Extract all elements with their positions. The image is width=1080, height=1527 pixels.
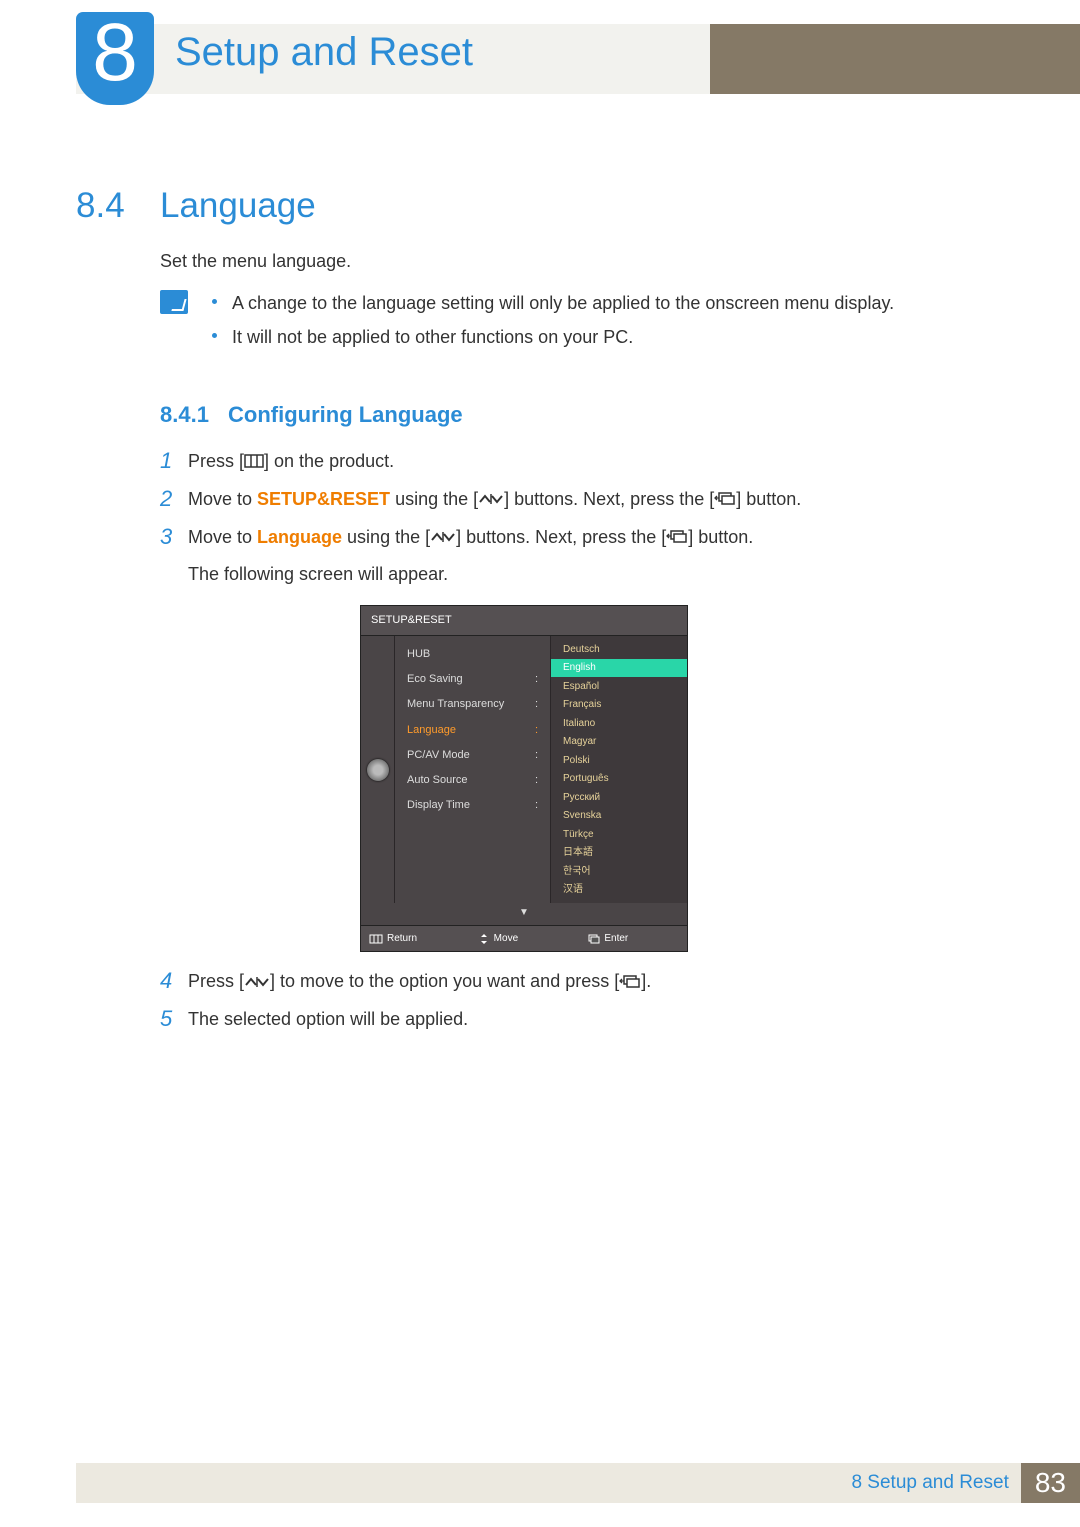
osd-menu-item: Eco Saving: (395, 667, 550, 692)
osd-menu-item: Menu Transparency: (395, 692, 550, 717)
osd-menu-item: PC/AV Mode: (395, 743, 550, 768)
step-2-text: Move to SETUP&RESET using the [] buttons… (188, 486, 1000, 514)
step-3-text: Move to Language using the [] buttons. N… (188, 524, 1000, 552)
setup-reset-highlight: SETUP&RESET (257, 489, 390, 509)
section-number: 8.4 (76, 186, 160, 226)
osd-language-option: Русский (551, 788, 687, 807)
osd-language-option: Français (551, 696, 687, 715)
menu-icon (244, 453, 264, 471)
step-1-text: Press [] on the product. (188, 448, 1000, 476)
language-highlight: Language (257, 527, 342, 547)
step-3-note: The following screen will appear. (188, 561, 1000, 589)
step-4-text: Press [] to move to the option you want … (188, 968, 1000, 996)
step-number: 5 (160, 1006, 188, 1034)
step-5-text: The selected option will be applied. (188, 1006, 1000, 1034)
note-block: A change to the language setting will on… (160, 290, 1000, 358)
osd-menu-item: Display Time: (395, 793, 550, 818)
osd-return: Return (361, 926, 470, 952)
subsection-number: 8.4.1 (160, 398, 228, 432)
section-heading: 8.4Language (76, 186, 316, 226)
osd-screenshot: SETUP&RESET HUBEco Saving:Menu Transpare… (360, 605, 688, 952)
osd-language-list: DeutschEnglishEspañolFrançaisItalianoMag… (551, 636, 687, 903)
osd-menu: HUBEco Saving:Menu Transparency:Language… (395, 636, 551, 903)
footer-page-number: 83 (1021, 1463, 1080, 1503)
step-number: 2 (160, 486, 188, 514)
osd-language-option: Svenska (551, 807, 687, 826)
osd-language-option: Português (551, 770, 687, 789)
subsection-title: Configuring Language (228, 402, 463, 427)
enter-icon (666, 528, 688, 547)
osd-move: Move (470, 926, 579, 952)
footer-chapter-ref: 8 Setup and Reset (851, 1472, 1020, 1494)
osd-menu-item: Language: (395, 718, 550, 743)
osd-footer: Return Move Enter (361, 925, 687, 952)
header-accent (710, 24, 1080, 94)
section-title: Language (160, 186, 316, 225)
intro-text: Set the menu language. (160, 248, 1000, 276)
osd-language-option: Español (551, 677, 687, 696)
chapter-badge: 8 (76, 12, 154, 105)
osd-language-option: Türkçe (551, 825, 687, 844)
osd-language-option: Magyar (551, 733, 687, 752)
osd-language-option: 한국어 (551, 862, 687, 881)
note-item: A change to the language setting will on… (212, 290, 894, 318)
enter-icon (714, 490, 736, 509)
chapter-number: 8 (92, 12, 138, 94)
osd-more-indicator: ▼ (361, 903, 687, 925)
step-number: 4 (160, 968, 188, 996)
gear-icon (367, 759, 389, 781)
osd-language-option: Italiano (551, 714, 687, 733)
osd-language-option: 汉语 (551, 881, 687, 900)
osd-menu-item: HUB (395, 642, 550, 667)
osd-title: SETUP&RESET (361, 606, 687, 636)
subsection-heading: 8.4.1Configuring Language (160, 398, 1000, 432)
up-down-icon (430, 529, 456, 547)
osd-language-option: English (551, 659, 687, 678)
osd-language-option: 日本語 (551, 844, 687, 863)
note-icon (160, 290, 188, 314)
up-down-icon (478, 491, 504, 509)
note-item: It will not be applied to other function… (212, 324, 894, 352)
osd-language-option: Deutsch (551, 640, 687, 659)
step-number: 1 (160, 448, 188, 476)
osd-icon-column (361, 636, 395, 903)
footer-band: 8 Setup and Reset 83 (76, 1463, 1080, 1503)
chapter-title: Setup and Reset (175, 30, 473, 75)
up-down-icon (244, 974, 270, 992)
step-number: 3 (160, 524, 188, 552)
osd-enter: Enter (578, 926, 687, 952)
osd-menu-item: Auto Source: (395, 768, 550, 793)
osd-language-option: Polski (551, 751, 687, 770)
enter-icon (619, 973, 641, 992)
